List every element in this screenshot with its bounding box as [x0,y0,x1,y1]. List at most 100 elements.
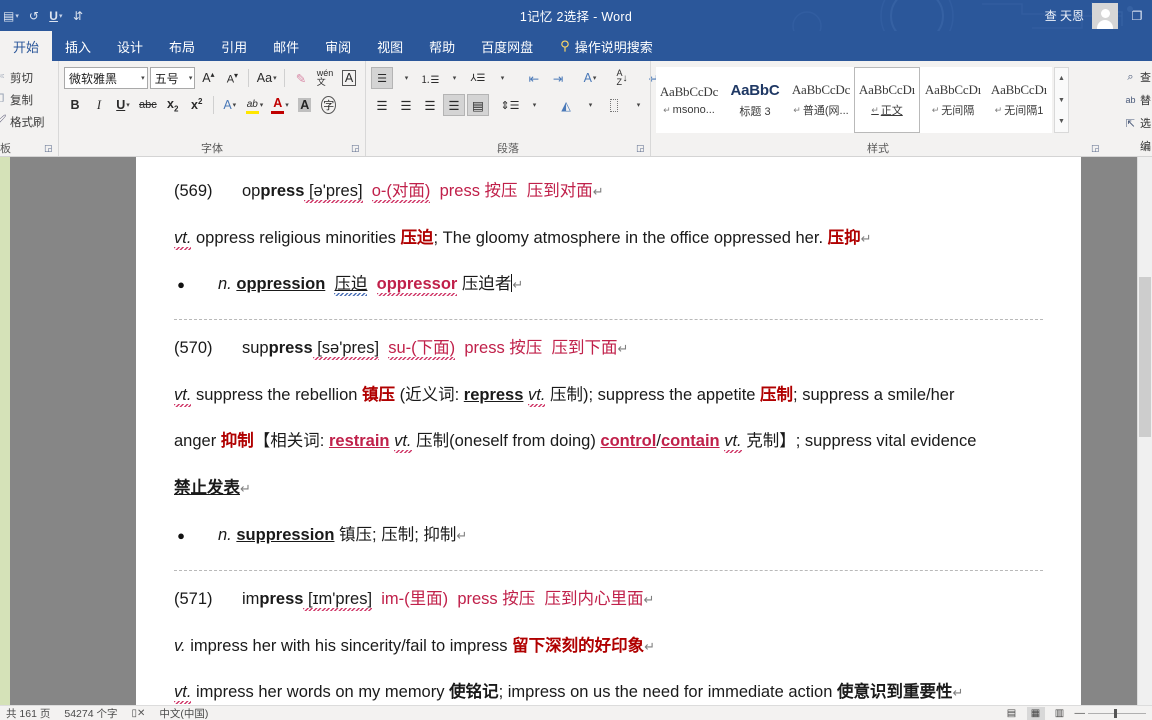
web-layout-button[interactable]: ▥ [1051,707,1069,720]
italic-button[interactable]: I [88,94,110,116]
styles-more-icon[interactable]: ▼ [1055,111,1068,132]
scrollbar-thumb[interactable] [1139,277,1151,437]
find-button[interactable]: ⌕ 查 [1122,67,1152,87]
tab-insert[interactable]: 插入 [52,31,104,61]
font-color-button[interactable]: A ▾ [268,94,292,116]
chevron-down-icon: ▾ [588,102,593,109]
replace-button[interactable]: ab 替 [1122,90,1152,110]
align-right-button[interactable]: ☰ [419,94,441,116]
borders-button[interactable] [603,94,625,116]
chevron-down-icon: ▾ [273,75,277,82]
language-indicator[interactable]: 中文(中国) [159,706,208,720]
paragraph-dialog-launcher[interactable]: ◲ [636,144,646,154]
bullet-icon: ● [177,528,185,544]
shading-button[interactable]: ◭ [555,94,577,116]
style-item-msono[interactable]: AaBbCcDc ↵ msono... [656,67,722,133]
vertical-scrollbar[interactable] [1137,157,1152,705]
shrink-font-button[interactable]: A▾ [221,67,243,89]
decrease-indent-button[interactable]: ⇤ [523,67,545,89]
multilevel-list-dropdown[interactable]: ▾ [491,67,513,89]
zoom-slider[interactable]: — [1075,707,1146,719]
tab-baidu-netdisk[interactable]: 百度网盘 [468,31,546,61]
text-effects-button[interactable]: A ▾ [219,94,241,116]
style-item-no-spacing-1[interactable]: AaBbCcDı ↵ 无间隔1 [986,67,1052,133]
bold-button[interactable]: B [64,94,86,116]
bullets-button[interactable]: ☰ [371,67,393,89]
superscript-button[interactable]: x2 [186,94,208,116]
underline-button[interactable]: U ▾ [112,94,134,116]
text-highlight-color-button[interactable]: ab ▾ [243,94,267,116]
style-item-normal-web[interactable]: AaBbCcDc ↵ 普通(网... [788,67,854,133]
tab-references[interactable]: 引用 [208,31,260,61]
font-name-combo[interactable]: 微软雅黑 ▾ [64,67,148,89]
numbering-button[interactable]: ⒈☰ [419,67,441,89]
page-count[interactable]: 共 161 页 [6,706,50,720]
document-page[interactable]: (569) oppress [ə'pres] o-(对面) press 按压 压… [136,157,1081,705]
strikethrough-button[interactable]: abc [136,94,160,116]
tab-help[interactable]: 帮助 [416,31,468,61]
east-asian-layout-button[interactable]: A ▾ [579,67,601,89]
justify-button[interactable]: ☰ [443,94,465,116]
scroll-down-icon[interactable]: ▼ [1055,90,1068,111]
enclose-characters-button[interactable]: 字 [318,94,340,116]
style-item-body-text[interactable]: AaBbCcDı ↵ 正文 [854,67,920,133]
character-border-button[interactable]: A [338,67,360,89]
tab-layout[interactable]: 布局 [156,31,208,61]
document-line-derivative-570: ● n. suppression 镇压; 压制; 抑制↵ [174,498,1043,546]
shading-dropdown[interactable]: ▾ [579,94,601,116]
clipboard-dialog-launcher[interactable]: ◲ [44,144,54,154]
tab-mailings[interactable]: 邮件 [260,31,312,61]
ribbon-group-paragraph: ☰ ▾ ⒈☰ ▾ ⅄☰ ▾ ⇤ ⇥ A ▾ A Z ↓ ↵ ☰ ☰ ☰ ☰ ▤ … [365,61,659,156]
font-size-combo[interactable]: 五号 ▾ [149,67,196,89]
tab-home[interactable]: 开始 [0,31,53,61]
document-line-def-569: vt. oppress religious minorities 压迫; The… [174,202,1043,249]
multilevel-list-icon: ⅄☰ [470,72,486,84]
styles-gallery-scrollbar[interactable]: ▲ ▼ ▼ [1054,67,1069,133]
chevron-down-icon: ▾ [232,102,237,109]
print-layout-button[interactable]: ▦ [1026,706,1045,720]
chevron-down-icon: ▾ [532,102,537,109]
styles-gallery: AaBbCcDc ↵ msono... AaBbC 标题 3 AaBbCcDc ↵… [656,66,1069,133]
word-count[interactable]: 54274 个字 [64,706,117,720]
bullets-dropdown[interactable]: ▾ [395,67,417,89]
zoom-out-button[interactable]: — [1075,707,1086,719]
zoom-track[interactable] [1088,708,1146,718]
proofing-errors-icon[interactable]: ▯✕ [131,708,145,719]
scroll-up-icon[interactable]: ▲ [1055,68,1068,89]
tab-view[interactable]: 视图 [364,31,416,61]
sort-button[interactable]: A Z ↓ [611,67,633,89]
replace-icon: ab [1125,95,1136,105]
tab-design[interactable]: 设计 [104,31,156,61]
font-color-icon: A [271,96,285,114]
select-button[interactable]: ⇱ 选 [1122,113,1152,133]
align-center-button[interactable]: ☰ [395,94,417,116]
style-item-heading3[interactable]: AaBbC 标题 3 [722,67,788,133]
format-painter-button[interactable]: 🖌 格式刷 [0,112,45,131]
line-spacing-dropdown[interactable]: ▾ [523,94,545,116]
subscript-button[interactable]: x2 [162,94,184,116]
strikethrough-icon: abc [139,99,157,111]
align-left-button[interactable]: ☰ [371,94,393,116]
phonetic-guide-button[interactable]: wén 文 [314,67,336,89]
numbering-dropdown[interactable]: ▾ [443,67,465,89]
avatar[interactable] [1092,2,1118,29]
style-item-no-spacing[interactable]: AaBbCcDı ↵ 无间隔 [920,67,986,133]
tab-review[interactable]: 审阅 [312,31,364,61]
tell-me-search[interactable]: ⚲ 操作说明搜索 [546,31,666,61]
borders-dropdown[interactable]: ▾ [627,94,649,116]
styles-dialog-launcher[interactable]: ◲ [1091,144,1101,154]
multilevel-list-button[interactable]: ⅄☰ [467,67,489,89]
distributed-button[interactable]: ▤ [467,94,489,116]
clear-formatting-button[interactable]: ✎ [290,67,312,89]
zoom-thumb[interactable] [1114,708,1117,718]
line-spacing-button[interactable]: ⇕☰ [499,94,521,116]
change-case-button[interactable]: Aa ▾ [254,67,279,89]
font-dialog-launcher[interactable]: ◲ [351,144,361,154]
copy-button[interactable]: ❐ 复制 [0,90,45,109]
grow-font-button[interactable]: A▴ [197,67,219,89]
read-mode-button[interactable]: ▤ [1003,707,1021,720]
increase-indent-button[interactable]: ⇥ [547,67,569,89]
restore-window-icon[interactable]: ❐ [1126,9,1148,23]
cut-button[interactable]: ✄ 剪切 [0,68,45,87]
character-shading-button[interactable]: A [294,94,316,116]
